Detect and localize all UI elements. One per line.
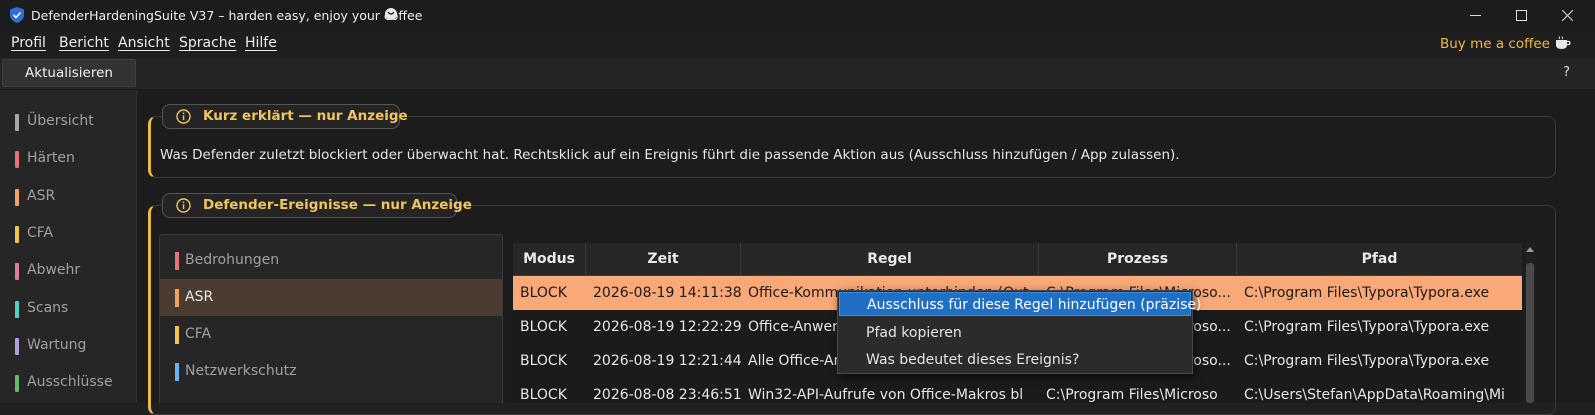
category-label: CFA xyxy=(185,326,212,342)
nav-color-bar xyxy=(15,375,19,392)
buy-coffee-link[interactable]: Buy me a coffee xyxy=(1440,36,1571,52)
cell-modus: BLOCK xyxy=(520,285,567,301)
menu-profil[interactable]: Profil xyxy=(11,35,46,51)
coffee-icon xyxy=(385,8,397,20)
category-color-bar xyxy=(175,252,179,270)
sidebar-item-label: ASR xyxy=(27,188,56,204)
column-header-zeit[interactable]: Zeit xyxy=(586,243,741,275)
events-group-title: Defender-Ereignisse — nur Anzeige xyxy=(203,197,472,213)
maximize-button[interactable] xyxy=(1498,0,1544,31)
close-icon xyxy=(1562,10,1573,21)
info-icon xyxy=(176,109,191,124)
cell-pfad: C:\Program Files\Typora\Typora.exe xyxy=(1244,319,1490,335)
cell-modus: BLOCK xyxy=(520,387,567,403)
cell-zeit: 2026-08-08 23:46:51 xyxy=(593,387,741,403)
cell-modus: BLOCK xyxy=(520,353,567,369)
category-color-bar xyxy=(175,289,179,307)
sidebar-item-label: Abwehr xyxy=(27,262,81,278)
scroll-up-arrow-icon[interactable] xyxy=(1526,247,1534,252)
column-header-modus[interactable]: Modus xyxy=(513,243,586,275)
sidebar-item-label: Härten xyxy=(27,150,75,166)
info-description: Was Defender zuletzt blockiert oder über… xyxy=(160,147,1180,163)
menu-hilfe[interactable]: Hilfe xyxy=(245,35,277,51)
scroll-thumb[interactable] xyxy=(1526,263,1534,403)
cell-zeit: 2026-08-19 12:21:44 xyxy=(593,353,741,369)
sidebar-item-label: Ausschlüsse xyxy=(27,374,113,390)
coffee-cup-icon xyxy=(1556,36,1571,49)
category-item-cfa[interactable]: CFA xyxy=(160,316,502,353)
menu-bar: Profil Bericht Ansicht Sprache Hilfe Buy… xyxy=(0,31,1595,58)
nav-color-bar xyxy=(15,151,19,168)
toolbar: Aktualisieren ? xyxy=(0,58,1595,90)
sidebar-item-label: Scans xyxy=(27,300,69,316)
category-item-netzwerkschutz[interactable]: Netzwerkschutz xyxy=(160,353,502,390)
title-bar: DefenderHardeningSuite V37 – harden easy… xyxy=(0,0,1595,31)
nav-color-bar xyxy=(15,263,19,280)
table-scrollbar[interactable] xyxy=(1524,243,1536,403)
nav-color-bar xyxy=(15,226,19,243)
nav-color-bar xyxy=(15,189,19,206)
sidebar-item-label: Übersicht xyxy=(27,113,94,129)
cell-pfad: C:\Program Files\Typora\Typora.exe xyxy=(1244,285,1490,301)
main-right-margin xyxy=(1556,90,1595,403)
category-label: Netzwerkschutz xyxy=(185,363,297,379)
column-header-regel[interactable]: Regel xyxy=(741,243,1039,275)
info-icon xyxy=(176,198,191,213)
category-item-bedrohungen[interactable]: Bedrohungen xyxy=(160,242,502,279)
cell-zeit: 2026-08-19 12:22:29 xyxy=(593,319,741,335)
category-label: ASR xyxy=(185,289,214,305)
menu-ansicht[interactable]: Ansicht xyxy=(118,35,170,51)
close-button[interactable] xyxy=(1544,0,1590,31)
context-explain-event[interactable]: Was bedeutet dieses Ereignis? xyxy=(839,348,1191,372)
window-title: DefenderHardeningSuite V37 – harden easy… xyxy=(31,8,423,23)
sidebar-item-label: Wartung xyxy=(27,337,87,353)
info-group-header: Kurz erklärt — nur Anzeige xyxy=(162,104,408,129)
cell-zeit: 2026-08-19 14:11:38 xyxy=(593,285,741,301)
context-add-exclusion[interactable]: Ausschluss für diese Regel hinzufügen (p… xyxy=(839,292,1202,316)
maximize-icon xyxy=(1516,10,1527,21)
sidebar: Übersicht Härten ASR CFA Abwehr Scans Wa… xyxy=(0,90,137,403)
sidebar-item-label: CFA xyxy=(27,225,54,241)
minimize-icon xyxy=(1470,15,1481,16)
table-header: Modus Zeit Regel Prozess Pfad xyxy=(513,243,1522,276)
refresh-button[interactable]: Aktualisieren xyxy=(2,59,136,87)
cell-prozess: C:\Program Files\Microso xyxy=(1046,387,1218,403)
nav-color-bar xyxy=(15,301,19,318)
minimize-button[interactable] xyxy=(1452,0,1498,31)
info-group-title: Kurz erklärt — nur Anzeige xyxy=(203,108,408,124)
cell-modus: BLOCK xyxy=(520,319,567,335)
buy-coffee-label: Buy me a coffee xyxy=(1439,36,1550,52)
category-color-bar xyxy=(175,363,179,381)
nav-color-bar xyxy=(15,114,19,131)
cell-pfad: C:\Users\Stefan\AppData\Roaming\Mi xyxy=(1244,387,1505,403)
help-button[interactable]: ? xyxy=(1563,65,1570,80)
category-label: Bedrohungen xyxy=(185,252,280,268)
column-header-pfad[interactable]: Pfad xyxy=(1237,243,1522,275)
menu-bericht[interactable]: Bericht xyxy=(59,35,109,51)
shield-icon xyxy=(10,7,24,23)
cell-pfad: C:\Program Files\Typora\Typora.exe xyxy=(1244,353,1490,369)
nav-color-bar xyxy=(15,338,19,355)
category-list: Bedrohungen ASR CFA Netzwerkschutz xyxy=(159,234,503,403)
cell-regel: Win32-API-Aufrufe von Office-Makros bl xyxy=(748,387,1024,403)
menu-sprache[interactable]: Sprache xyxy=(179,35,236,51)
column-header-prozess[interactable]: Prozess xyxy=(1039,243,1237,275)
context-copy-path[interactable]: Pfad kopieren xyxy=(839,321,1191,345)
category-color-bar xyxy=(175,326,179,344)
events-group-header: Defender-Ereignisse — nur Anzeige xyxy=(162,193,472,218)
table-row[interactable]: BLOCK 2026-08-08 23:46:51 Win32-API-Aufr… xyxy=(513,378,1522,412)
context-menu: Ausschluss für diese Regel hinzufügen (p… xyxy=(837,290,1202,374)
category-item-asr[interactable]: ASR xyxy=(160,279,502,316)
